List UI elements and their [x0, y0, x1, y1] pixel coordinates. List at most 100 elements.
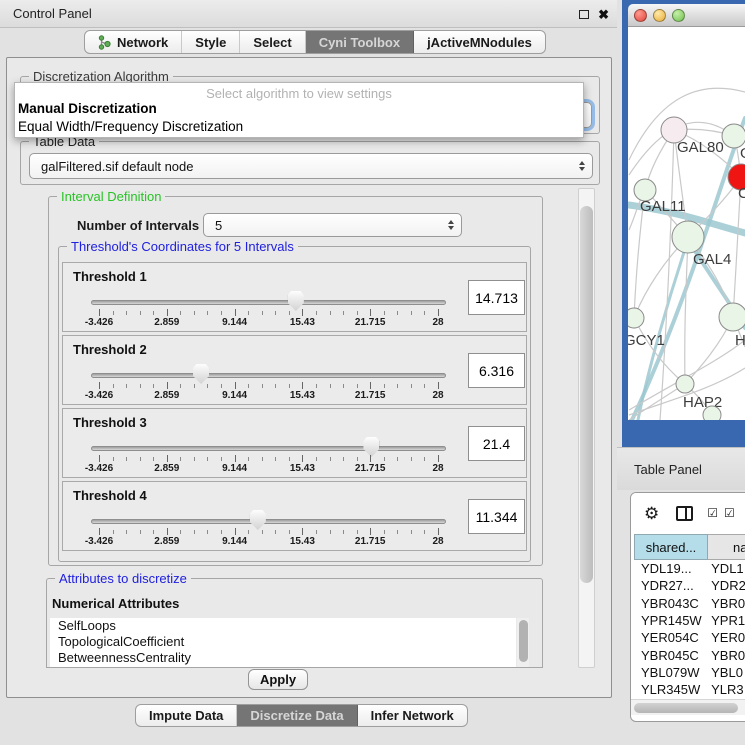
slider-tick-labels: -3.4262.8599.14415.4321.71528 [99, 463, 438, 475]
tick-label: 21.715 [355, 536, 386, 547]
tick-label: -3.426 [85, 390, 113, 401]
attribute-list-item[interactable]: TopologicalCoefficient [50, 634, 516, 650]
algorithm-popup: Select algorithm to view settings Manual… [14, 82, 584, 138]
slider-track[interactable] [91, 373, 446, 378]
tab-style[interactable]: Style [182, 31, 240, 53]
network-graph[interactable]: GAL80GCGAL11GAL4GCY1HHAP2 [628, 27, 745, 420]
tab-jactivemnodules[interactable]: jActiveMNodules [414, 31, 545, 53]
tick-mark [262, 457, 263, 461]
tab-label: jActiveMNodules [427, 35, 532, 50]
close-icon[interactable]: ✖ [598, 8, 609, 21]
table-row[interactable]: YER054CYER0 [634, 629, 745, 646]
bottom-tab-infer-network[interactable]: Infer Network [358, 705, 467, 726]
panel-scrollbar-thumb[interactable] [580, 206, 593, 583]
threshold-label: Threshold 3 [73, 415, 147, 430]
tab-select[interactable]: Select [240, 31, 305, 53]
columns-icon[interactable] [676, 506, 693, 521]
tick-mark [302, 382, 303, 389]
slider-tick-labels: -3.4262.8599.14415.4321.71528 [99, 536, 438, 548]
tick-mark [302, 528, 303, 535]
slider-track[interactable] [91, 300, 446, 305]
tick-mark [316, 530, 317, 534]
minimize-window-icon[interactable] [653, 9, 666, 22]
tick-mark [275, 311, 276, 315]
tick-mark [343, 311, 344, 315]
network-node-h[interactable] [719, 303, 745, 331]
table-hscrollbar[interactable] [631, 699, 745, 715]
table-row[interactable]: YBR043CYBR0 [634, 595, 745, 612]
tick-mark [316, 384, 317, 388]
algorithm-popup-item[interactable]: Equal Width/Frequency Discretization [15, 119, 583, 137]
zoom-window-icon[interactable] [672, 9, 685, 22]
combo-stepper-icon[interactable] [579, 161, 585, 171]
algorithm-popup-item[interactable]: Manual Discretization [15, 101, 583, 119]
column-header-shared-name[interactable]: shared... [634, 534, 708, 560]
bottom-tab-discretize-data[interactable]: Discretize Data [237, 705, 357, 726]
apply-button[interactable]: Apply [248, 669, 308, 690]
table-row[interactable]: YBL079WYBL0 [634, 664, 745, 681]
network-node-hap2[interactable] [676, 375, 694, 393]
tab-cyni-toolbox[interactable]: Cyni Toolbox [306, 31, 414, 53]
bottom-tab-impute-data[interactable]: Impute Data [136, 705, 237, 726]
table-data-combo[interactable]: galFiltered.sif default node [29, 153, 593, 179]
tick-mark [113, 384, 114, 388]
close-window-icon[interactable] [634, 9, 647, 22]
attribute-list-item[interactable]: BetweennessCentrality [50, 650, 516, 666]
network-canvas[interactable]: GAL80GCGAL11GAL4GCY1HHAP2 [628, 27, 745, 420]
tick-label: 2.859 [154, 536, 179, 547]
tick-mark [194, 457, 195, 461]
threshold-value-field[interactable]: 6.316 [468, 353, 525, 388]
table-row[interactable]: YBR045CYBR0 [634, 646, 745, 663]
tick-mark [438, 382, 439, 389]
cell-name: YDR2 [706, 578, 745, 593]
gear-icon[interactable]: ⚙ [644, 505, 659, 522]
column-header-name[interactable]: na [708, 534, 745, 560]
tick-mark [221, 311, 222, 315]
number-of-intervals-combo[interactable]: 5 [203, 213, 462, 237]
table-row[interactable]: YPR145WYPR1 [634, 612, 745, 629]
network-node-gcy1[interactable] [628, 308, 644, 328]
table-row[interactable]: YLR345WYLR3 [634, 681, 745, 698]
network-window-titlebar[interactable] [628, 4, 745, 27]
network-node-label: GAL4 [693, 251, 731, 268]
attributes-list-scrollbar[interactable] [517, 618, 529, 667]
tick-mark [126, 384, 127, 388]
table-row[interactable]: YDL19...YDL1 [634, 560, 745, 577]
tick-label: 2.859 [154, 463, 179, 474]
slider-thumb[interactable] [250, 510, 266, 530]
tick-mark [316, 457, 317, 461]
tick-mark [167, 528, 168, 535]
tab-label: Select [253, 35, 291, 50]
tick-mark [113, 311, 114, 315]
control-panel-titlebar: Control Panel ✖ [0, 0, 617, 28]
tab-label: Discretize Data [250, 708, 343, 723]
tab-network[interactable]: Network [85, 31, 182, 53]
tick-mark [221, 530, 222, 534]
tick-mark [262, 530, 263, 534]
slider-track[interactable] [91, 446, 446, 451]
attributes-list-scrollbar-thumb[interactable] [519, 620, 528, 662]
table-hscrollbar-thumb[interactable] [634, 703, 738, 713]
slider-thumb[interactable] [288, 291, 304, 311]
panel-scrollbar[interactable] [578, 188, 595, 668]
tick-mark [194, 311, 195, 315]
network-node-gal4[interactable] [672, 221, 704, 253]
threshold-value-field[interactable]: 11.344 [468, 499, 525, 534]
checkbox-icon[interactable]: ☑ [724, 507, 735, 519]
tick-mark [113, 530, 114, 534]
tick-mark [153, 311, 154, 315]
tick-label: 21.715 [355, 317, 386, 328]
float-panel-icon[interactable] [579, 10, 589, 19]
checkbox-icon[interactable]: ☑ [707, 507, 718, 519]
network-node[interactable] [703, 406, 721, 420]
slider-track[interactable] [91, 519, 446, 524]
attribute-list-item[interactable]: SelfLoops [50, 618, 516, 634]
combo-stepper-icon[interactable] [448, 220, 454, 230]
table-row[interactable]: YDR27...YDR2 [634, 577, 745, 594]
threshold-value-field[interactable]: 21.4 [468, 426, 525, 461]
cell-name: YLR3 [706, 682, 745, 697]
slider-thumb[interactable] [363, 437, 379, 457]
tick-mark [343, 384, 344, 388]
slider-thumb[interactable] [193, 364, 209, 384]
threshold-value-field[interactable]: 14.713 [468, 280, 525, 315]
